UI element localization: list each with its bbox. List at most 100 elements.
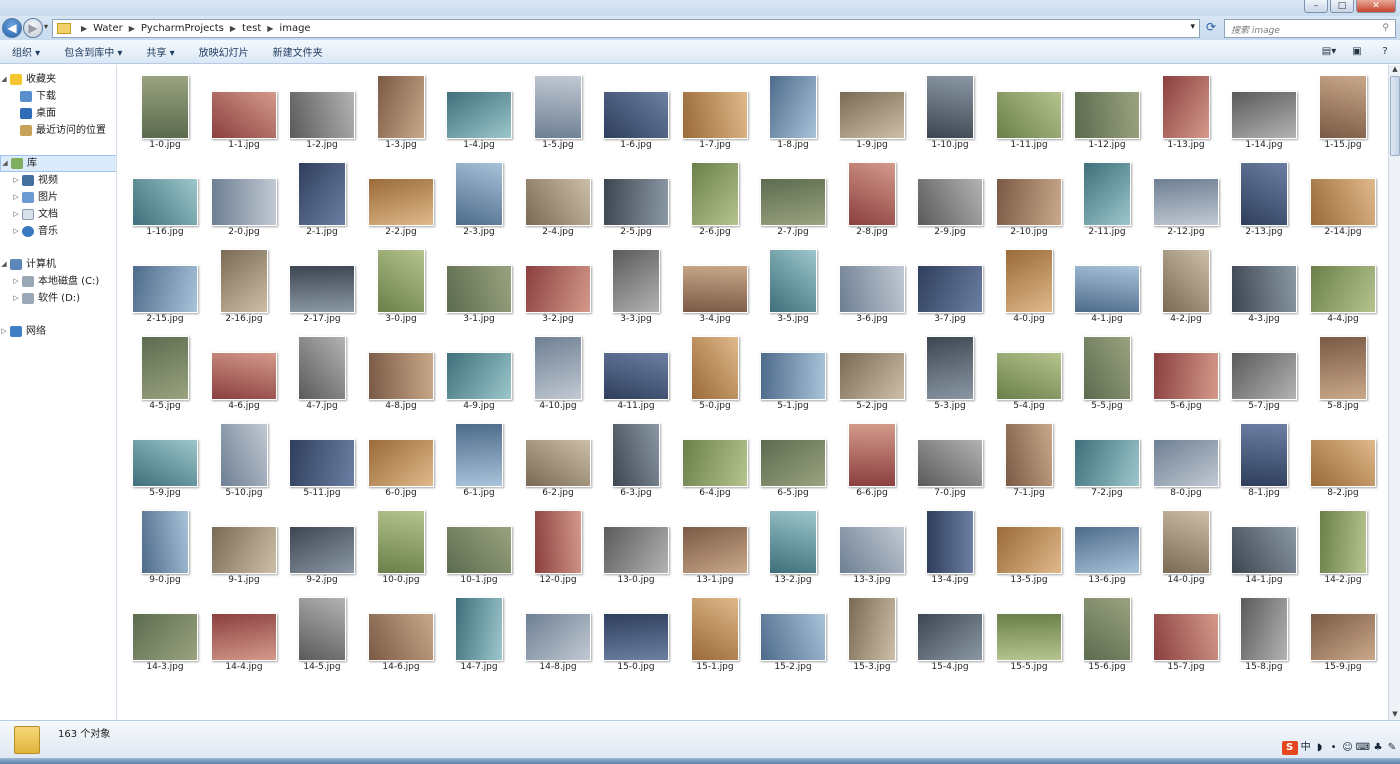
file-item[interactable]: 15-0.jpg (597, 587, 675, 674)
file-item[interactable]: 9-1.jpg (205, 500, 283, 587)
file-item[interactable]: 13-5.jpg (990, 500, 1068, 587)
file-item[interactable]: 2-3.jpg (440, 152, 518, 239)
file-item[interactable]: 2-11.jpg (1068, 152, 1146, 239)
file-item[interactable]: 4-2.jpg (1147, 239, 1225, 326)
file-item[interactable]: 1-16.jpg (126, 152, 204, 239)
file-item[interactable]: 14-1.jpg (1225, 500, 1303, 587)
file-item[interactable]: 2-9.jpg (911, 152, 989, 239)
file-item[interactable]: 1-9.jpg (833, 65, 911, 152)
file-item[interactable]: 5-9.jpg (126, 413, 204, 500)
collapse-icon[interactable]: ◢ (0, 71, 8, 88)
file-item[interactable]: 3-1.jpg (440, 239, 518, 326)
file-item[interactable]: 2-12.jpg (1147, 152, 1225, 239)
nav-documents[interactable]: ▷ 文档 (0, 206, 116, 223)
file-item[interactable]: 1-12.jpg (1068, 65, 1146, 152)
file-item[interactable]: 7-2.jpg (1068, 413, 1146, 500)
file-item[interactable]: 14-5.jpg (283, 587, 361, 674)
file-item[interactable]: 10-1.jpg (440, 500, 518, 587)
ime-mode-label[interactable]: 中 (1300, 741, 1312, 755)
search-icon[interactable]: ⚲ (1382, 23, 1389, 34)
forward-button[interactable]: ▶ (23, 18, 43, 38)
refresh-icon[interactable]: ⟳ (1202, 20, 1220, 37)
file-item[interactable]: 2-0.jpg (205, 152, 283, 239)
file-item[interactable]: 1-8.jpg (754, 65, 832, 152)
new-folder-button[interactable]: 新建文件夹 (261, 44, 335, 59)
scroll-thumb[interactable] (1390, 76, 1400, 156)
breadcrumb-pycharmprojects[interactable]: PycharmProjects (141, 23, 224, 34)
keyboard-icon[interactable]: ⌨ (1356, 741, 1370, 755)
file-item[interactable]: 6-5.jpg (754, 413, 832, 500)
file-item[interactable]: 4-8.jpg (362, 326, 440, 413)
file-item[interactable]: 6-4.jpg (676, 413, 754, 500)
file-item[interactable]: 13-0.jpg (597, 500, 675, 587)
breadcrumb-image[interactable]: image (279, 23, 310, 34)
file-item[interactable]: 2-14.jpg (1304, 152, 1382, 239)
file-item[interactable]: 6-6.jpg (833, 413, 911, 500)
file-item[interactable]: 10-0.jpg (362, 500, 440, 587)
nav-drive-d[interactable]: ▷ 软件 (D:) (0, 290, 116, 307)
file-item[interactable]: 6-0.jpg (362, 413, 440, 500)
file-item[interactable]: 3-2.jpg (519, 239, 597, 326)
file-item[interactable]: 2-6.jpg (676, 152, 754, 239)
vertical-scrollbar[interactable]: ▲ ▼ (1388, 65, 1400, 720)
search-input[interactable]: 搜索 image ⚲ (1224, 19, 1396, 38)
file-item[interactable]: 2-4.jpg (519, 152, 597, 239)
expand-icon[interactable]: ▷ (12, 273, 20, 290)
file-item[interactable]: 14-6.jpg (362, 587, 440, 674)
file-item[interactable]: 1-4.jpg (440, 65, 518, 152)
recent-pages-dropdown[interactable]: ▾ (44, 22, 48, 31)
file-item[interactable]: 15-4.jpg (911, 587, 989, 674)
file-item[interactable]: 3-0.jpg (362, 239, 440, 326)
file-item[interactable]: 4-11.jpg (597, 326, 675, 413)
file-item[interactable]: 2-8.jpg (833, 152, 911, 239)
nav-computer[interactable]: ◢ 计算机 (0, 256, 116, 273)
file-item[interactable]: 4-5.jpg (126, 326, 204, 413)
file-item[interactable]: 13-1.jpg (676, 500, 754, 587)
file-item[interactable]: 7-1.jpg (990, 413, 1068, 500)
chevron-right-icon[interactable]: ▶ (230, 24, 236, 33)
sogou-ime-icon[interactable]: S (1281, 741, 1298, 755)
address-dropdown-icon[interactable]: ▾ (1190, 22, 1195, 32)
collapse-icon[interactable]: ◢ (1, 155, 9, 172)
share-button[interactable]: 共享 ▾ (134, 44, 186, 59)
file-item[interactable]: 4-9.jpg (440, 326, 518, 413)
file-item[interactable]: 13-6.jpg (1068, 500, 1146, 587)
file-item[interactable]: 5-4.jpg (990, 326, 1068, 413)
chevron-right-icon[interactable]: ▶ (81, 24, 87, 33)
file-item[interactable]: 7-0.jpg (911, 413, 989, 500)
file-item[interactable]: 15-8.jpg (1225, 587, 1303, 674)
nav-desktop[interactable]: 桌面 (0, 105, 116, 122)
scroll-up-icon[interactable]: ▲ (1390, 65, 1400, 75)
file-item[interactable]: 5-2.jpg (833, 326, 911, 413)
nav-pictures[interactable]: ▷ 图片 (0, 189, 116, 206)
file-item[interactable]: 2-1.jpg (283, 152, 361, 239)
file-item[interactable]: 6-2.jpg (519, 413, 597, 500)
file-item[interactable]: 8-0.jpg (1147, 413, 1225, 500)
file-item[interactable]: 14-7.jpg (440, 587, 518, 674)
nav-videos[interactable]: ▷ 视频 (0, 172, 116, 189)
nav-libraries[interactable]: ◢ 库 (0, 155, 116, 172)
chevron-right-icon[interactable]: ▶ (267, 24, 273, 33)
file-item[interactable]: 12-0.jpg (519, 500, 597, 587)
file-view[interactable]: 1-0.jpg 1-1.jpg 1-2.jpg 1-3.jpg 1-4.jpg 1-5.j… (118, 65, 1388, 720)
file-item[interactable]: 1-15.jpg (1304, 65, 1382, 152)
file-item[interactable]: 13-4.jpg (911, 500, 989, 587)
file-item[interactable]: 5-6.jpg (1147, 326, 1225, 413)
file-item[interactable]: 3-6.jpg (833, 239, 911, 326)
file-item[interactable]: 5-8.jpg (1304, 326, 1382, 413)
nav-network[interactable]: ▷ 网络 (0, 323, 116, 340)
scroll-down-icon[interactable]: ▼ (1390, 710, 1400, 720)
help-icon[interactable]: ? (1376, 43, 1394, 60)
file-item[interactable]: 6-1.jpg (440, 413, 518, 500)
file-item[interactable]: 5-7.jpg (1225, 326, 1303, 413)
file-item[interactable]: 1-13.jpg (1147, 65, 1225, 152)
file-item[interactable]: 6-3.jpg (597, 413, 675, 500)
file-item[interactable]: 15-9.jpg (1304, 587, 1382, 674)
file-item[interactable]: 4-6.jpg (205, 326, 283, 413)
file-item[interactable]: 15-6.jpg (1068, 587, 1146, 674)
file-item[interactable]: 14-0.jpg (1147, 500, 1225, 587)
nav-downloads[interactable]: 下载 (0, 88, 116, 105)
file-item[interactable]: 4-4.jpg (1304, 239, 1382, 326)
close-button[interactable]: ✕ (1356, 0, 1396, 13)
file-item[interactable]: 5-3.jpg (911, 326, 989, 413)
